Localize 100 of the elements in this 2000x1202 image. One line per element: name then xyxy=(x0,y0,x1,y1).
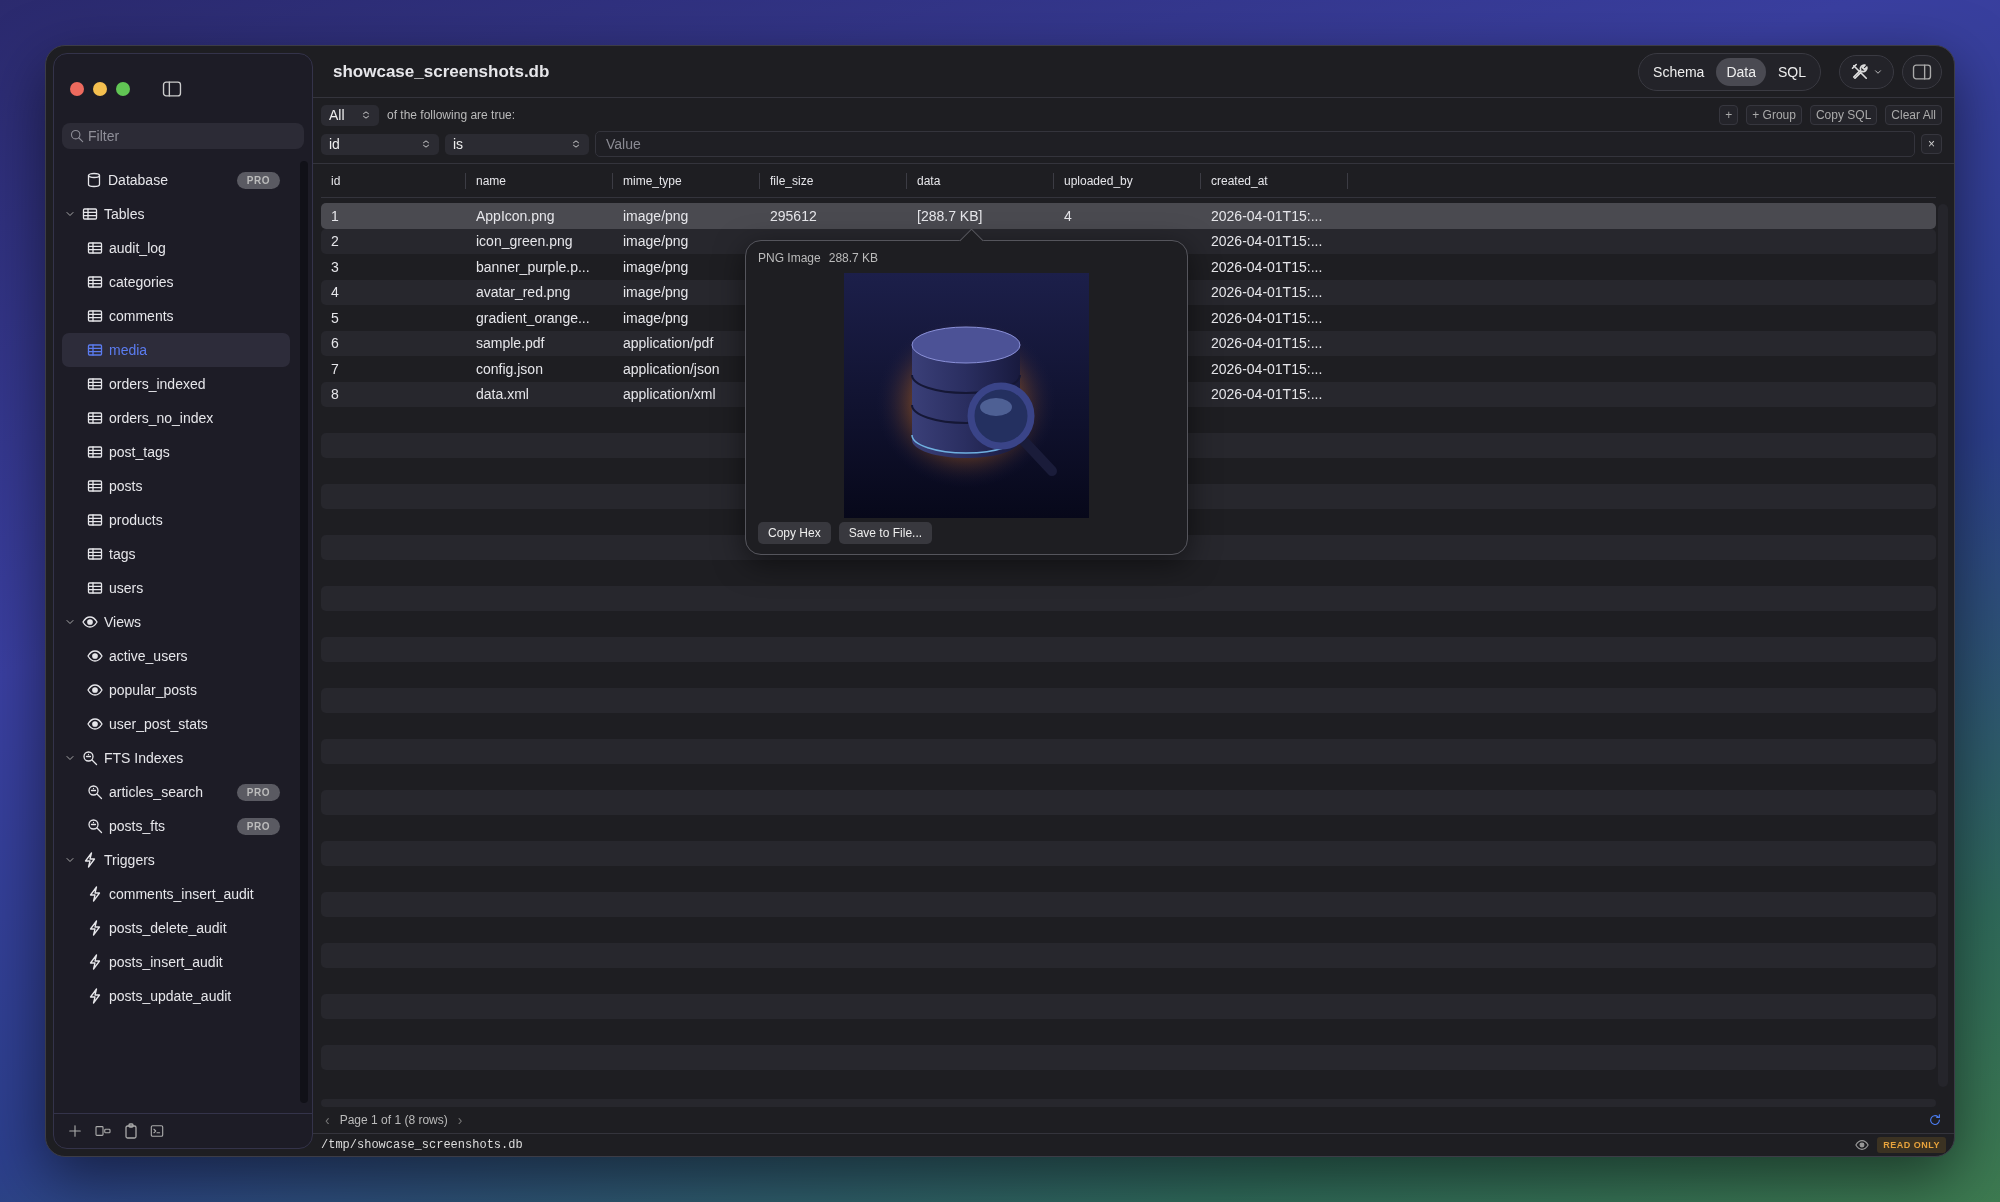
sidebar-item[interactable]: comments_insert_audit xyxy=(62,877,290,911)
sidebar-item[interactable]: posts_update_audit xyxy=(62,979,290,1013)
match-dropdown[interactable]: All xyxy=(321,104,379,126)
column-header[interactable]: data xyxy=(907,172,1054,189)
lightning-icon xyxy=(87,954,103,970)
sidebar-item[interactable]: tags xyxy=(62,537,290,571)
sidebar-group-header[interactable]: Tables xyxy=(104,206,145,222)
popover-button[interactable]: Save to File... xyxy=(838,522,933,544)
table-cell[interactable]: AppIcon.png xyxy=(466,207,613,224)
sidebar-item[interactable]: comments xyxy=(62,299,290,333)
sidebar-item[interactable]: orders_indexed xyxy=(62,367,290,401)
sidebar-item[interactable]: popular_posts xyxy=(62,673,290,707)
minimize-button[interactable] xyxy=(93,82,107,96)
sidebar-group-header[interactable]: FTS Indexes xyxy=(104,750,184,766)
table-cell[interactable]: 5 xyxy=(321,309,466,326)
table-cell[interactable]: 3 xyxy=(321,258,466,275)
column-dropdown[interactable]: id xyxy=(321,133,439,155)
operator-dropdown[interactable]: is xyxy=(445,133,589,155)
view-tab[interactable]: Data xyxy=(1716,57,1766,86)
sidebar-item[interactable]: posts xyxy=(62,469,290,503)
table-cell[interactable]: 295612 xyxy=(760,207,907,224)
read-only-badge: READ ONLY xyxy=(1877,1137,1946,1153)
magnifier-icon xyxy=(87,784,103,800)
table-cell[interactable]: sample.pdf xyxy=(466,335,613,352)
table-cell[interactable]: 1 xyxy=(321,207,466,224)
table-cell[interactable]: gradient_orange... xyxy=(466,309,613,326)
sidebar-item[interactable]: products xyxy=(62,503,290,537)
sidebar-item[interactable]: active_users xyxy=(62,639,290,673)
column-header[interactable]: name xyxy=(466,172,613,189)
column-header[interactable]: uploaded_by xyxy=(1054,172,1201,189)
sidebar-item[interactable]: orders_no_index xyxy=(62,401,290,435)
inspector-toggle-button[interactable] xyxy=(1902,54,1942,89)
eye-icon xyxy=(87,682,103,698)
sidebar-item[interactable]: user_post_stats xyxy=(62,707,290,741)
table-cell[interactable]: 2026-04-01T15:... xyxy=(1201,258,1348,275)
sidebar-group-header[interactable]: Triggers xyxy=(104,852,155,868)
table-cell[interactable]: 2026-04-01T15:... xyxy=(1201,284,1348,301)
table-cell[interactable]: config.json xyxy=(466,360,613,377)
sidebar-item[interactable]: posts_insert_audit xyxy=(62,945,290,979)
table-cell[interactable]: 2026-04-01T15:... xyxy=(1201,386,1348,403)
table-cell[interactable]: 4 xyxy=(321,284,466,301)
column-header[interactable]: created_at xyxy=(1201,172,1348,189)
table-cell[interactable]: 2 xyxy=(321,233,466,250)
sidebar-item[interactable]: users xyxy=(62,571,290,605)
sidebar-toggle-icon[interactable] xyxy=(162,80,182,98)
view-tab[interactable]: SQL xyxy=(1768,57,1816,86)
sidebar-item[interactable]: posts_delete_audit xyxy=(62,911,290,945)
eye-icon xyxy=(87,716,103,732)
column-header[interactable]: mime_type xyxy=(613,172,760,189)
terminal-icon[interactable] xyxy=(150,1124,164,1138)
table-cell[interactable]: 2026-04-01T15:... xyxy=(1201,335,1348,352)
refresh-icon[interactable] xyxy=(1928,1113,1942,1127)
layout-icon[interactable] xyxy=(94,1124,112,1138)
pro-badge: PRO xyxy=(236,783,280,801)
sidebar-item[interactable]: audit_log xyxy=(62,231,290,265)
sidebar-group-header[interactable]: Views xyxy=(104,614,142,630)
table-cell[interactable]: data.xml xyxy=(466,386,613,403)
filter-field[interactable]: Filter xyxy=(62,123,304,149)
table-cell[interactable]: 6 xyxy=(321,335,466,352)
filter-action-button[interactable]: + xyxy=(1719,105,1739,125)
table-icon xyxy=(87,240,103,256)
table-cell[interactable]: 4 xyxy=(1054,207,1201,224)
table-cell[interactable]: [288.7 KB] xyxy=(907,207,1054,224)
table-cell[interactable]: banner_purple.p... xyxy=(466,258,613,275)
plus-icon[interactable] xyxy=(68,1124,82,1138)
preview-size: 288.7 KB xyxy=(828,251,879,265)
table-cell[interactable]: 8 xyxy=(321,386,466,403)
sidebar-item[interactable]: posts_fts PRO xyxy=(62,809,290,843)
sidebar-item[interactable]: Database xyxy=(108,172,168,188)
clipboard-icon[interactable] xyxy=(124,1123,138,1139)
filter-action-button[interactable]: Clear All xyxy=(1885,105,1942,125)
column-header[interactable]: id xyxy=(321,172,466,189)
table-cell[interactable]: 2026-04-01T15:... xyxy=(1201,309,1348,326)
close-button[interactable] xyxy=(70,82,84,96)
tools-menu-button[interactable] xyxy=(1839,54,1894,89)
table-cell[interactable]: 2026-04-01T15:... xyxy=(1201,207,1348,224)
table-cell[interactable]: 2026-04-01T15:... xyxy=(1201,233,1348,250)
view-tab[interactable]: Schema xyxy=(1643,57,1715,86)
popover-button[interactable]: Copy Hex xyxy=(758,522,831,544)
pro-badge: PRO xyxy=(236,171,280,189)
table-cell[interactable]: avatar_red.png xyxy=(466,284,613,301)
sidebar-item[interactable]: articles_search PRO xyxy=(62,775,290,809)
table-cell[interactable]: icon_green.png xyxy=(466,233,613,250)
sidebar-item[interactable]: media xyxy=(62,333,290,367)
next-page-button[interactable]: › xyxy=(457,1112,463,1128)
zoom-button[interactable] xyxy=(116,82,130,96)
table-cell[interactable]: image/png xyxy=(613,207,760,224)
remove-filter-button[interactable]: × xyxy=(1921,134,1942,154)
column-header[interactable]: file_size xyxy=(760,172,907,189)
sidebar-item[interactable]: categories xyxy=(62,265,290,299)
value-field[interactable]: Value xyxy=(595,131,1915,157)
filter-caption: of the following are true: xyxy=(387,108,516,122)
filter-action-button[interactable]: Copy SQL xyxy=(1809,105,1878,125)
filter-action-button[interactable]: + Group xyxy=(1746,105,1802,125)
sidebar-item[interactable]: post_tags xyxy=(62,435,290,469)
lightning-icon xyxy=(87,988,103,1004)
table-cell[interactable]: 2026-04-01T15:... xyxy=(1201,360,1348,377)
table-icon xyxy=(87,546,103,562)
previous-page-button[interactable]: ‹ xyxy=(325,1112,330,1128)
table-cell[interactable]: 7 xyxy=(321,360,466,377)
